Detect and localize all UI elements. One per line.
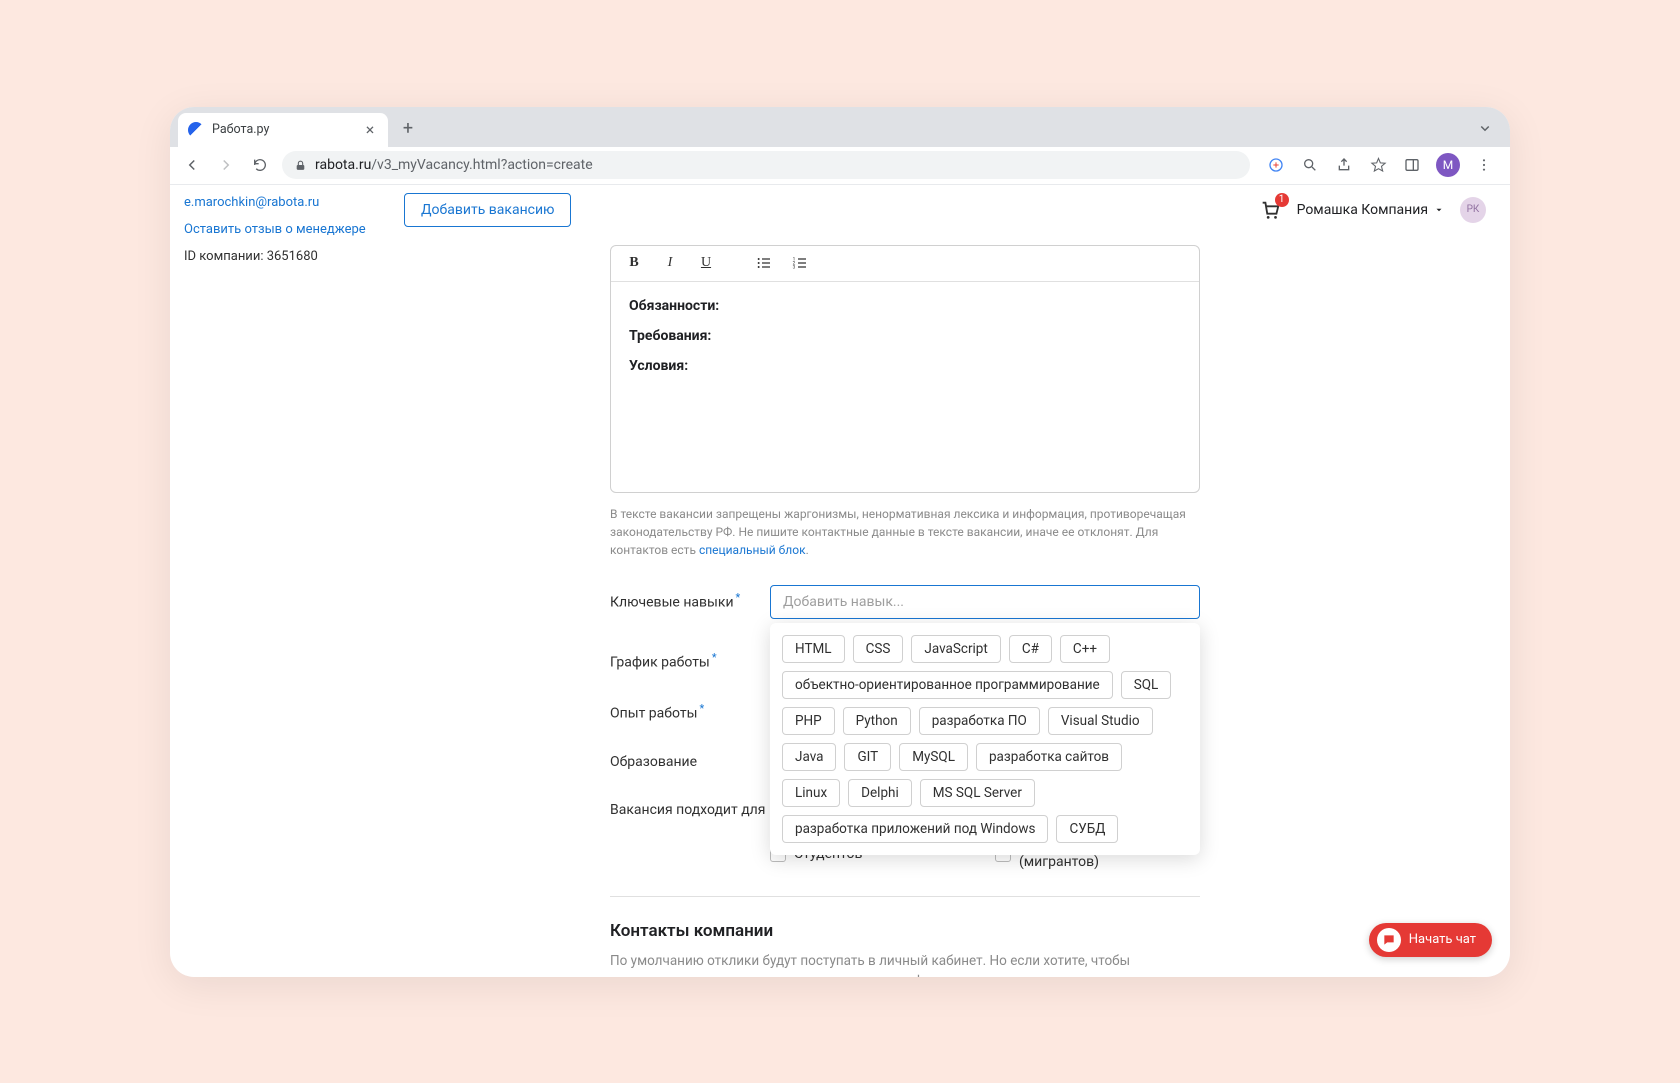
tab-strip: Работа.ру × + [170,107,1510,147]
editor-disclaimer: В тексте вакансии запрещены жаргонизмы, … [610,505,1200,559]
skill-chip[interactable]: Java [782,743,836,771]
field-skills: Ключевые навыки* HTMLCSSJavaScriptC#C++о… [610,585,1200,619]
underline-button[interactable]: U [695,252,717,274]
ordered-list-button[interactable]: 123 [789,252,811,274]
favicon-icon [188,122,204,138]
skill-chip[interactable]: MySQL [899,743,968,771]
chevron-down-icon [1434,205,1444,215]
skill-chip[interactable]: объектно-ориентированное программировани… [782,671,1113,699]
close-tab-icon[interactable]: × [362,122,378,138]
url-domain: rabota.ru [315,157,371,173]
bullet-list-button[interactable] [753,252,775,274]
vacancy-form: B I U 123 Обязанности: Требования: Услов… [610,245,1200,977]
skill-chip[interactable]: C++ [1060,635,1110,663]
zoom-icon[interactable] [1300,155,1320,175]
url-field[interactable]: rabota.ru/v3_myVacancy.html?action=creat… [282,151,1250,179]
cart-badge: 1 [1275,193,1289,207]
skill-chip[interactable]: разработка приложений под Windows [782,815,1048,843]
contacts-title: Контакты компании [610,921,1200,941]
skill-chip[interactable]: Visual Studio [1048,707,1153,735]
topbar: Добавить вакансию 1 Ромашка Компания РК [380,185,1510,235]
svg-text:3: 3 [793,264,796,270]
skills-input[interactable] [770,585,1200,619]
skill-chip[interactable]: Linux [782,779,840,807]
skill-chip[interactable]: разработка сайтов [976,743,1122,771]
company-name: Ромашка Компания [1297,202,1428,218]
special-block-link[interactable]: специальный блок [699,543,806,557]
bookmark-icon[interactable] [1368,155,1388,175]
tab-title: Работа.ру [212,122,269,137]
skill-chip[interactable]: SQL [1121,671,1172,699]
url-path: /v3_myVacancy.html?action=create [371,157,592,173]
sidebar: e.marochkin@rabota.ru Оставить отзыв о м… [170,185,380,977]
contacts-desc: По умолчанию отклики будут поступать в л… [610,951,1200,977]
skill-chip[interactable]: GIT [844,743,891,771]
editor-toolbar: B I U 123 [611,246,1199,282]
lock-icon [294,159,307,172]
back-icon[interactable] [180,153,204,177]
skills-suggestions-popup: HTML CSSJavaScript C# C++ объектно-ориентиро… [770,623,1200,855]
skill-chip[interactable]: СУБД [1056,815,1118,843]
divider [610,896,1200,897]
skill-chip[interactable]: Python [843,707,911,735]
chat-icon [1377,928,1401,952]
skill-chip[interactable]: разработка ПО [919,707,1040,735]
forward-icon[interactable] [214,153,238,177]
rich-text-editor[interactable]: B I U 123 Обязанности: Требования: Услов… [610,245,1200,493]
feedback-link[interactable]: Оставить отзыв о менеджере [184,222,366,237]
skill-chip[interactable]: Delphi [848,779,912,807]
skill-chip[interactable]: CSS [853,635,904,663]
cart-button[interactable]: 1 [1259,199,1281,221]
conditions-heading: Условия: [629,358,1181,374]
profile-avatar[interactable]: M [1436,153,1460,177]
page-viewport: e.marochkin@rabota.ru Оставить отзыв о м… [170,185,1510,977]
address-actions: M [1260,153,1500,177]
editor-textarea[interactable]: Обязанности: Требования: Условия: [611,282,1199,492]
requirements-heading: Требования: [629,328,1181,344]
menu-icon[interactable] [1474,155,1494,175]
new-tab-button[interactable]: + [394,115,422,143]
address-bar: rabota.ru/v3_myVacancy.html?action=creat… [170,147,1510,185]
manager-email-link[interactable]: e.marochkin@rabota.ru [184,195,366,210]
company-avatar[interactable]: РК [1460,197,1486,223]
panel-icon[interactable] [1402,155,1422,175]
add-vacancy-button[interactable]: Добавить вакансию [404,193,571,227]
italic-button[interactable]: I [659,252,681,274]
tabs-menu-icon[interactable] [1476,119,1494,137]
start-chat-button[interactable]: Начать чат [1369,923,1492,957]
skill-chip[interactable]: C# [1009,635,1052,663]
main-content: Добавить вакансию 1 Ромашка Компания РК [380,185,1510,977]
company-dropdown[interactable]: Ромашка Компания [1297,202,1444,218]
skill-chip[interactable]: MS SQL Server [920,779,1035,807]
skill-chip[interactable]: HTML [782,635,845,663]
duties-heading: Обязанности: [629,298,1181,314]
company-id-text: ID компании: 3651680 [184,249,366,264]
browser-window: Работа.ру × + rabota.ru/v3_myVacancy.htm… [170,107,1510,977]
bold-button[interactable]: B [623,252,645,274]
browser-tab[interactable]: Работа.ру × [178,113,388,147]
skill-chip[interactable]: PHP [782,707,835,735]
google-icon[interactable] [1266,155,1286,175]
share-icon[interactable] [1334,155,1354,175]
browser-chrome: Работа.ру × + rabota.ru/v3_myVacancy.htm… [170,107,1510,185]
skill-chip[interactable]: JavaScript [911,635,1000,663]
reload-icon[interactable] [248,153,272,177]
